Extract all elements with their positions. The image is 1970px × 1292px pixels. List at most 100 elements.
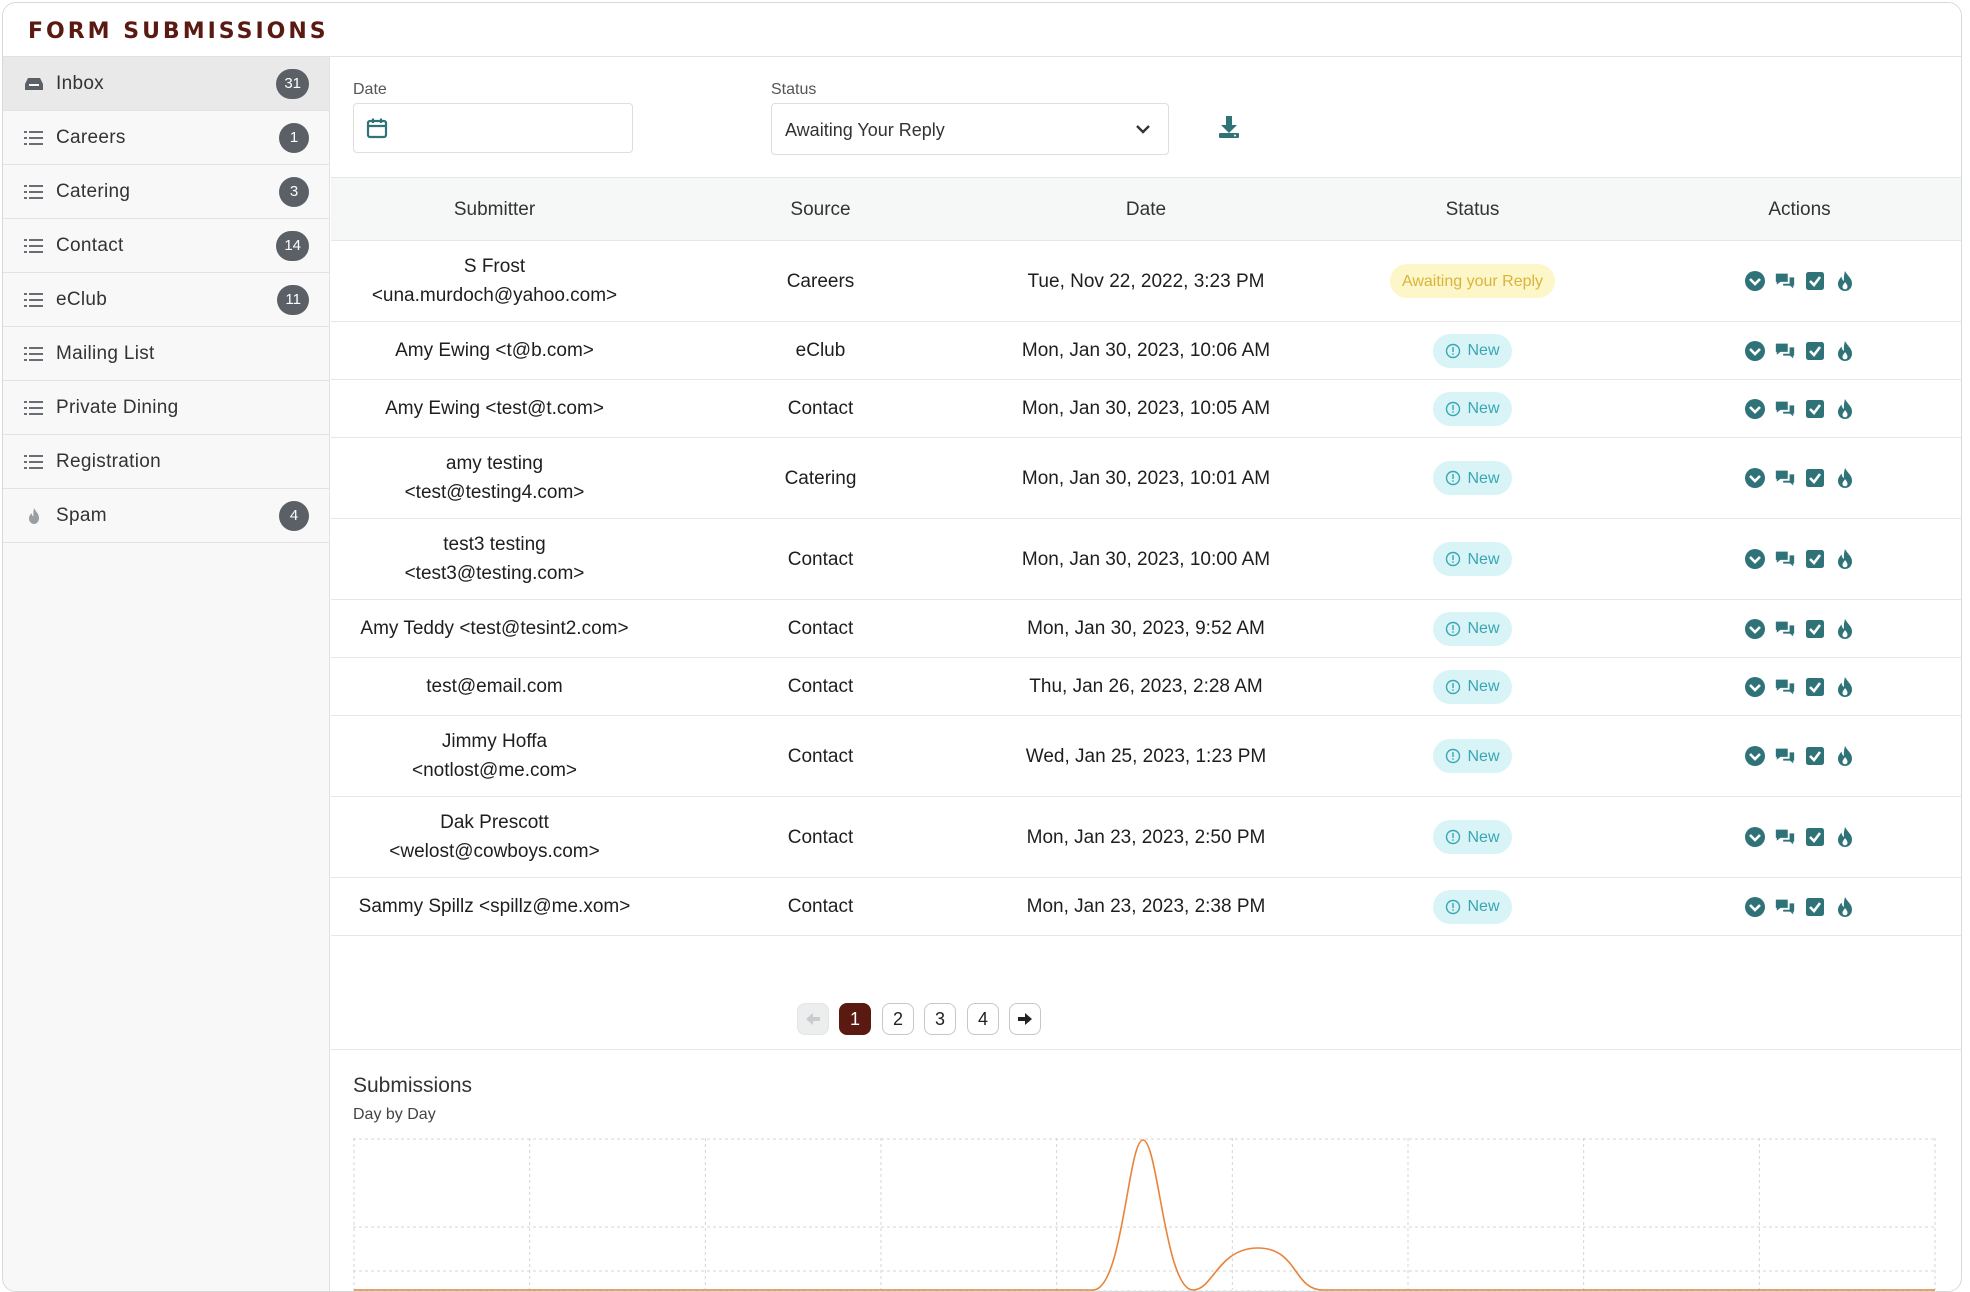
submitter-cell: Dak Prescott <welost@cowboys.com> — [331, 797, 658, 877]
comments-icon[interactable] — [1774, 896, 1796, 918]
check-square-icon[interactable] — [1804, 467, 1826, 489]
comments-icon[interactable] — [1774, 548, 1796, 570]
table-row[interactable]: amy testing <test@testing4.com> Catering Mo… — [331, 438, 1961, 519]
source-cell: Contact — [787, 618, 854, 639]
chevron-circle-icon[interactable] — [1744, 896, 1766, 918]
sidebar-item-registration[interactable]: Registration — [3, 435, 329, 489]
comments-icon[interactable] — [1774, 270, 1796, 292]
page-2-button[interactable]: 2 — [882, 1003, 914, 1035]
source-cell: Contact — [787, 896, 854, 917]
comments-icon[interactable] — [1774, 398, 1796, 420]
table-row[interactable]: Dak Prescott <welost@cowboys.com> Contact M… — [331, 797, 1961, 878]
fire-icon[interactable] — [1834, 896, 1856, 918]
status-filter-select[interactable]: Awaiting Your Reply — [771, 103, 1169, 155]
chevron-circle-icon[interactable] — [1744, 467, 1766, 489]
table-row[interactable]: test3 testing <test3@testing.com> Contact M… — [331, 519, 1961, 600]
submitter-cell: test3 testing <test3@testing.com> — [331, 519, 658, 599]
fire-icon[interactable] — [1834, 340, 1856, 362]
check-square-icon[interactable] — [1804, 340, 1826, 362]
date-cell: Mon, Jan 30, 2023, 10:00 AM — [1021, 548, 1271, 570]
header-status[interactable]: Status — [1309, 199, 1636, 221]
comments-icon[interactable] — [1774, 745, 1796, 767]
header-date[interactable]: Date — [983, 199, 1309, 221]
check-square-icon[interactable] — [1804, 618, 1826, 640]
status-badge: New — [1433, 739, 1512, 773]
table-row[interactable]: Jimmy Hoffa <notlost@me.com> Contact Wed, J… — [331, 716, 1961, 797]
comments-icon[interactable] — [1774, 676, 1796, 698]
fire-icon[interactable] — [1834, 398, 1856, 420]
sidebar-item-label: Inbox — [56, 72, 104, 94]
fire-icon[interactable] — [1834, 548, 1856, 570]
status-cell: New — [1309, 519, 1636, 599]
fire-icon[interactable] — [1834, 618, 1856, 640]
list-icon — [23, 129, 45, 147]
next-page-button[interactable] — [1009, 1003, 1041, 1035]
sidebar-item-contact[interactable]: Contact 14 — [3, 219, 329, 273]
chevron-down-icon — [1136, 125, 1150, 134]
comments-icon[interactable] — [1774, 618, 1796, 640]
check-square-icon[interactable] — [1804, 398, 1826, 420]
page-3-button[interactable]: 3 — [924, 1003, 956, 1035]
comments-icon[interactable] — [1774, 467, 1796, 489]
date-cell: Wed, Jan 25, 2023, 1:23 PM — [1025, 745, 1267, 767]
sidebar-item-catering[interactable]: Catering 3 — [3, 165, 329, 219]
check-square-icon[interactable] — [1804, 548, 1826, 570]
header-source[interactable]: Source — [658, 199, 983, 221]
sidebar-item-private-dining[interactable]: Private Dining — [3, 381, 329, 435]
chevron-circle-icon[interactable] — [1744, 398, 1766, 420]
page-1-button[interactable]: 1 — [839, 1003, 871, 1035]
chevron-circle-icon[interactable] — [1744, 340, 1766, 362]
info-icon — [1445, 829, 1461, 845]
date-filter-input[interactable] — [353, 103, 633, 153]
status-text: New — [1467, 469, 1500, 487]
check-square-icon[interactable] — [1804, 826, 1826, 848]
source-cell: Contact — [787, 398, 854, 419]
status-text: New — [1467, 678, 1500, 695]
check-square-icon[interactable] — [1804, 896, 1826, 918]
table-row[interactable]: Amy Ewing <test@t.com> Contact Mon, Jan 30… — [331, 380, 1961, 438]
sidebar-item-eclub[interactable]: eClub 11 — [3, 273, 329, 327]
status-text: Awaiting your Reply — [1401, 272, 1544, 290]
table-row[interactable]: S Frost <una.murdoch@yahoo.com> Careers Tue… — [331, 241, 1961, 322]
fire-icon[interactable] — [1834, 467, 1856, 489]
chevron-circle-icon[interactable] — [1744, 676, 1766, 698]
fire-icon[interactable] — [1834, 270, 1856, 292]
table-row[interactable]: Sammy Spillz <spillz@me.xom> Contact Mon, … — [331, 878, 1961, 936]
header-submitter[interactable]: Submitter — [331, 199, 658, 221]
table-row[interactable]: Amy Teddy <test@tesint2.com> Contact Mon, … — [331, 600, 1961, 658]
check-square-icon[interactable] — [1804, 745, 1826, 767]
date-cell: Mon, Jan 30, 2023, 10:05 AM — [1021, 398, 1271, 419]
date-filter-label: Date — [353, 81, 387, 98]
fire-icon[interactable] — [1834, 826, 1856, 848]
submitter-line: <test@testing4.com> — [404, 482, 585, 503]
sidebar-item-careers[interactable]: Careers 1 — [3, 111, 329, 165]
table-row[interactable]: test@email.com Contact Thu, Jan 26, 2023, … — [331, 658, 1961, 716]
submitter-cell: test@email.com — [331, 658, 658, 715]
download-icon[interactable] — [1215, 113, 1243, 141]
chevron-circle-icon[interactable] — [1744, 548, 1766, 570]
fire-icon[interactable] — [1834, 745, 1856, 767]
submitter-line: amy testing — [445, 453, 544, 474]
arrow-right-icon — [1018, 1013, 1032, 1025]
chevron-circle-icon[interactable] — [1744, 618, 1766, 640]
sidebar-item-inbox[interactable]: Inbox 31 — [3, 57, 329, 111]
submitter-cell: Jimmy Hoffa <notlost@me.com> — [331, 716, 658, 796]
fire-icon[interactable] — [1834, 676, 1856, 698]
chevron-circle-icon[interactable] — [1744, 826, 1766, 848]
info-icon — [1445, 470, 1461, 486]
sidebar-item-mailing-list[interactable]: Mailing List — [3, 327, 329, 381]
page-4-button[interactable]: 4 — [967, 1003, 999, 1035]
count-badge: 11 — [277, 284, 309, 315]
status-text: New — [1467, 828, 1500, 846]
check-square-icon[interactable] — [1804, 270, 1826, 292]
submitter-line: test@email.com — [426, 676, 563, 697]
chevron-circle-icon[interactable] — [1744, 270, 1766, 292]
chevron-circle-icon[interactable] — [1744, 745, 1766, 767]
prev-page-button — [797, 1003, 829, 1035]
sidebar-item-label: Registration — [56, 450, 161, 472]
check-square-icon[interactable] — [1804, 676, 1826, 698]
sidebar-item-spam[interactable]: Spam 4 — [3, 489, 329, 543]
comments-icon[interactable] — [1774, 340, 1796, 362]
table-row[interactable]: Amy Ewing <t@b.com> eClub Mon, Jan 30, 202… — [331, 322, 1961, 380]
comments-icon[interactable] — [1774, 826, 1796, 848]
